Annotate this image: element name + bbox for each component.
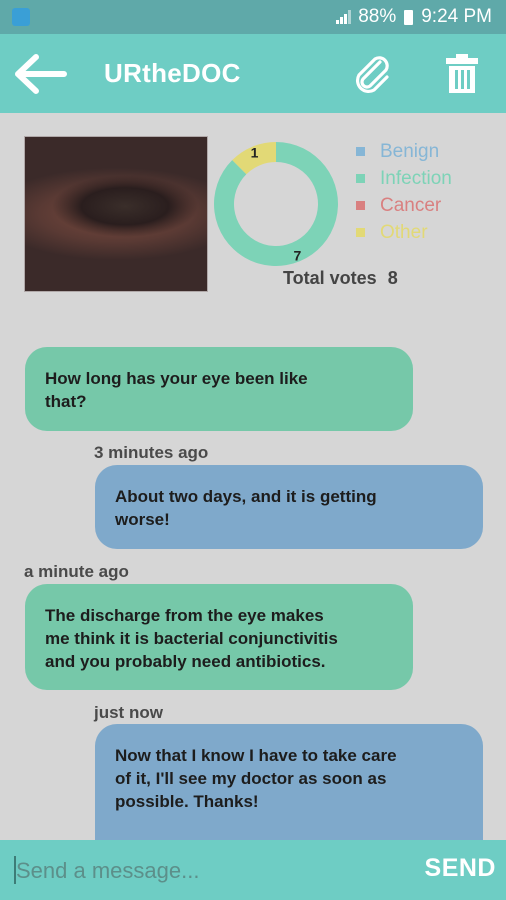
legend-item-other: Other xyxy=(356,219,452,246)
legend-swatch xyxy=(356,174,365,183)
battery-percent: 88% xyxy=(358,6,397,27)
trash-icon[interactable] xyxy=(444,52,480,96)
paperclip-icon[interactable] xyxy=(350,52,394,96)
text-cursor xyxy=(14,856,16,884)
message-bubble: About two days, and it is getting worse! xyxy=(95,465,483,549)
legend-label: Infection xyxy=(380,167,452,189)
legend-label: Other xyxy=(380,221,428,243)
message-bubble: The discharge from the eye makes me thin… xyxy=(25,584,413,690)
send-button[interactable]: SEND xyxy=(425,854,496,883)
legend-item-benign: Benign xyxy=(356,138,452,165)
message-timestamp: 3 minutes ago xyxy=(94,443,209,462)
message-line: worse! xyxy=(115,510,170,529)
legend-label: Cancer xyxy=(380,194,442,216)
total-votes-label: Total votes xyxy=(283,268,377,288)
message-line: possible. Thanks! xyxy=(115,792,259,811)
eye-photo[interactable] xyxy=(24,136,208,292)
message-timestamp: just now xyxy=(94,703,163,722)
message-bubble: Now that I know I have to take care of i… xyxy=(95,724,483,840)
message-line: and you probably need antibiotics. xyxy=(45,652,326,671)
total-votes-count: 8 xyxy=(387,268,398,288)
legend-item-cancer: Cancer xyxy=(356,192,452,219)
legend-swatch xyxy=(356,147,365,156)
message-line: that? xyxy=(45,392,87,411)
donut-data-label: 7 xyxy=(294,248,302,264)
battery-icon xyxy=(404,9,414,25)
donut-data-label: 1 xyxy=(251,144,259,160)
legend-swatch xyxy=(356,201,365,210)
message-input[interactable] xyxy=(14,850,398,892)
message-bubble: How long has your eye been like that? xyxy=(25,347,413,431)
total-votes: Total votes 8 xyxy=(283,268,398,289)
app-bar: URtheDOC xyxy=(0,34,506,113)
app-notification-icon xyxy=(12,8,30,26)
message-line: Now that I know I have to take care xyxy=(115,746,397,765)
donut-slice-infection xyxy=(214,142,338,266)
message-composer: SEND xyxy=(0,840,506,900)
legend-item-infection: Infection xyxy=(356,165,452,192)
clock: 9:24 PM xyxy=(421,6,492,27)
message-line: of it, I'll see my doctor as soon as xyxy=(115,769,387,788)
message-line: About two days, and it is getting xyxy=(115,487,377,506)
message-line: me think it is bacterial conjunctivitis xyxy=(45,629,338,648)
votes-donut-chart: 17 xyxy=(214,142,338,266)
message-line: The discharge from the eye makes xyxy=(45,606,324,625)
message-line: How long has your eye been like xyxy=(45,369,308,388)
legend-swatch xyxy=(356,228,365,237)
status-right: 88% 9:24 PM xyxy=(336,6,492,28)
status-bar: 88% 9:24 PM xyxy=(0,0,506,34)
signal-icon xyxy=(336,10,352,24)
chart-legend: Benign Infection Cancer Other xyxy=(356,138,452,246)
arrow-left-icon[interactable] xyxy=(14,52,68,96)
page-title: URtheDOC xyxy=(104,58,241,88)
message-timestamp: a minute ago xyxy=(24,562,129,581)
legend-label: Benign xyxy=(380,140,440,162)
